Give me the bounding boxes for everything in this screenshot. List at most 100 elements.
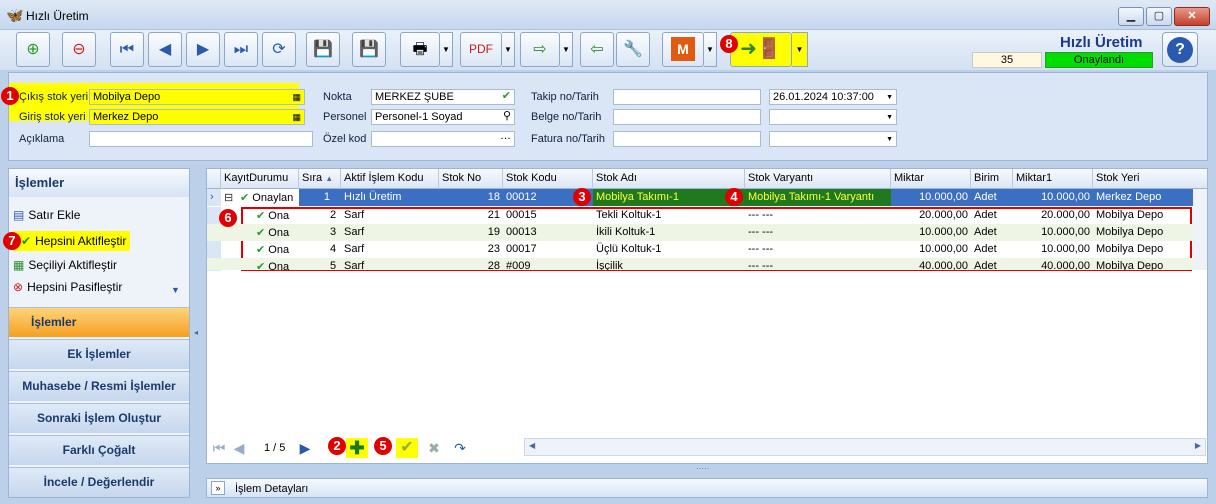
nav-muhasebe[interactable]: Muhasebe / Resmi İşlemler (9, 371, 189, 401)
left-panel: İşlemler ▤ Satır Ekle ✔ Hepsini Aktifleşti… (3, 168, 190, 498)
nav-ek-islemler[interactable]: Ek İşlemler (9, 339, 189, 369)
belge-date-field[interactable]: ▼ (769, 109, 897, 125)
col-miktar[interactable]: Miktar (891, 169, 971, 189)
nav-islemler[interactable]: İşlemler (9, 307, 189, 337)
col-stok-kodu[interactable]: Stok Kodu (503, 169, 593, 189)
action-hepsini-pasiflestir[interactable]: ⊗ Hepsini Pasifleştir (13, 277, 122, 297)
horizontal-scrollbar[interactable]: ◀ ▶ (524, 438, 1206, 456)
detail-bar[interactable]: » İşlem Detayları (206, 478, 1208, 498)
col-stok-yeri[interactable]: Stok Yeri (1093, 169, 1207, 189)
save-close-icon[interactable]: 💾 (352, 32, 386, 67)
table-row[interactable]: ✔ Ona 4 Sarf 23 00017 Üçlü Koltuk-1 --- … (207, 241, 1207, 258)
lookup-icon[interactable]: ▦ (292, 91, 301, 104)
cell-yer: Mobilya Depo (1096, 209, 1164, 221)
first-record-icon[interactable]: ⏮ (110, 32, 144, 67)
col-birim[interactable]: Birim (971, 169, 1013, 189)
new-record-icon[interactable]: ⊕ (16, 32, 50, 67)
exit-door-icon[interactable]: ➜🚪 (730, 32, 792, 67)
table-row[interactable]: ✔ Ona 5 Sarf 28 #009 İşçilik --- --- 40.… (207, 258, 1207, 270)
fatura-date-field[interactable]: ▼ (769, 131, 897, 147)
nav-incele[interactable]: İncele / Değerlendir (9, 467, 189, 497)
exit-dropdown[interactable]: ▼ (792, 32, 808, 67)
table-row[interactable]: ✔ Ona 3 Sarf 19 00013 İkili Koltuk-1 ---… (207, 224, 1207, 241)
chevron-down-icon[interactable]: ▼ (886, 111, 893, 124)
m-dropdown[interactable]: ▼ (704, 32, 717, 67)
undo-icon[interactable]: ↷ (450, 438, 470, 458)
cikis-stok-yeri-field[interactable]: Mobilya Depo ▦ (89, 89, 305, 105)
pdf-dropdown[interactable]: ▼ (502, 32, 515, 67)
m-button[interactable]: M (662, 32, 704, 67)
scroll-left-icon[interactable]: ◀ (529, 441, 535, 450)
cell-miktar: 10.000,00 (919, 226, 968, 238)
cancel-x-icon[interactable]: ✖ (424, 438, 444, 458)
first-page-icon[interactable]: ⏮ (210, 438, 228, 458)
print-dropdown[interactable]: ▼ (440, 32, 453, 67)
col-miktar1[interactable]: Miktar1 (1013, 169, 1093, 189)
aciklama-field[interactable] (89, 131, 313, 147)
action-hepsini-aktiflestir[interactable]: ✔ Hepsini Aktifleştir (13, 231, 131, 251)
personel-field[interactable]: Personel-1 Soyad ⚲ (371, 109, 515, 125)
chevron-down-icon[interactable]: ▼ (886, 91, 893, 104)
next-page-icon[interactable]: ▶ (298, 438, 312, 458)
confirm-check-icon[interactable]: ✔ (396, 438, 418, 458)
fatura-no-field[interactable] (613, 131, 761, 147)
table-row[interactable]: ✔ Ona 2 Sarf 21 00015 Tekli Koltuk-1 ---… (207, 207, 1207, 224)
col-stok-varyanti[interactable]: Stok Varyantı (745, 169, 891, 189)
print-icon[interactable]: 🖶 (400, 32, 440, 67)
prev-record-icon[interactable]: ◀ (148, 32, 182, 67)
maximize-button[interactable]: ▢ (1146, 7, 1172, 26)
splitter-grip[interactable]: ····· (696, 464, 709, 473)
expand-details-icon[interactable]: » (211, 481, 225, 495)
cell-kod: Sarf (344, 243, 365, 255)
lookup-icon[interactable]: ▦ (292, 111, 301, 124)
import-icon[interactable]: ⇦ (580, 32, 614, 67)
export-dropdown[interactable]: ▼ (560, 32, 573, 67)
col-aktif-islem-kodu[interactable]: Aktif İşlem Kodu (341, 169, 439, 189)
col-sira[interactable]: Sıra ▲ (299, 169, 341, 189)
last-record-icon[interactable]: ⏭ (224, 32, 258, 67)
marker-1: 1 (1, 87, 19, 105)
ozelkod-field[interactable]: … (371, 131, 515, 147)
cell-stokadi: Mobilya Takımı-1 (593, 189, 745, 206)
close-button[interactable]: ✕ (1174, 7, 1210, 26)
giris-stok-yeri-field[interactable]: Merkez Depo ▦ (89, 109, 305, 125)
col-stok-adi[interactable]: Stok Adı (593, 169, 745, 189)
pdf-icon[interactable]: PDF (460, 32, 502, 67)
nokta-field[interactable]: MERKEZ ŞUBE ✔ (371, 89, 515, 105)
header-form: 1 Çıkış stok yeri Mobilya Depo ▦ Giriş st… (1, 72, 1208, 161)
person-search-icon[interactable]: ⚲ (503, 110, 511, 123)
prev-page-icon[interactable]: ◀ (232, 438, 246, 458)
nav-farkli-cogalt[interactable]: Farklı Çoğalt (9, 435, 189, 465)
cell-miktar: 40.000,00 (919, 260, 968, 270)
table-row[interactable]: › ⊟ ✔ Onaylan 1 Hızlı Üretim 18 00012 Mo… (207, 189, 1207, 206)
collapse-panel-icon[interactable]: ◂ (194, 328, 198, 337)
scroll-right-icon[interactable]: ▶ (1195, 441, 1201, 450)
minimize-button[interactable]: ▁ (1118, 7, 1144, 26)
col-kayitdurumu[interactable]: KayıtDurumu (221, 169, 299, 189)
nav-sonraki-islem[interactable]: Sonraki İşlem Oluştur (9, 403, 189, 433)
ellipsis-icon[interactable]: … (500, 132, 511, 143)
refresh-icon[interactable]: ⟳ (262, 32, 296, 67)
action-seciliyi-aktiflestir[interactable]: ▦ Seçiliyi Aktifleştir (13, 255, 117, 275)
tools-icon[interactable]: 🔧 (616, 32, 650, 67)
cell-varyant: --- --- (748, 226, 774, 238)
takip-date-field[interactable]: 26.01.2024 10:37:00 ▼ (769, 89, 897, 105)
action-satir-ekle[interactable]: ▤ Satır Ekle (13, 205, 80, 225)
cell-varyant: --- --- (748, 243, 774, 255)
col-stok-no[interactable]: Stok No (439, 169, 503, 189)
help-icon: ? (1167, 37, 1193, 63)
save-icon[interactable]: 💾 (306, 32, 340, 67)
takip-no-field[interactable] (613, 89, 761, 105)
help-button[interactable]: ? (1162, 32, 1198, 67)
collapse-row-icon[interactable]: ⊟ (221, 189, 237, 206)
add-row-plus-icon[interactable]: ✚ (346, 438, 368, 458)
title-bar: 🦋 Hızlı Üretim ▁ ▢ ✕ (0, 0, 1216, 30)
chevron-down-icon[interactable]: ▼ (886, 133, 893, 146)
marker-5: 5 (374, 437, 392, 455)
belge-no-field[interactable] (613, 109, 761, 125)
next-record-icon[interactable]: ▶ (186, 32, 220, 67)
export-icon[interactable]: ⇨ (520, 32, 560, 67)
expand-down-icon[interactable]: ▼ (171, 285, 180, 295)
vertical-scrollbar[interactable] (1193, 189, 1207, 269)
delete-record-icon[interactable]: ⊖ (62, 32, 96, 67)
